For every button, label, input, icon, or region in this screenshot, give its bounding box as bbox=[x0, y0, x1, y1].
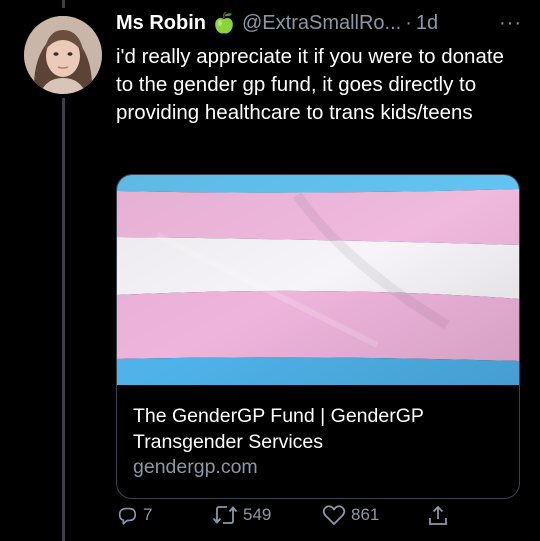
green-apple-icon bbox=[214, 12, 234, 34]
more-options-icon[interactable]: ··· bbox=[499, 12, 528, 35]
reply-icon bbox=[118, 507, 137, 525]
reply-button[interactable]: 7 bbox=[116, 504, 152, 526]
share-button[interactable] bbox=[426, 504, 450, 528]
timestamp[interactable]: 1d bbox=[416, 12, 438, 35]
thread-line bbox=[62, 98, 65, 541]
thread-line-top bbox=[62, 0, 65, 8]
author-handle[interactable]: @ExtraSmallRo... bbox=[242, 12, 401, 35]
tweet-actions: 7 549 861 bbox=[116, 504, 526, 534]
retweet-icon bbox=[212, 506, 238, 524]
retweet-count: 549 bbox=[243, 505, 272, 524]
heart-icon bbox=[322, 505, 346, 525]
share-icon bbox=[429, 505, 447, 525]
separator-dot: · bbox=[405, 11, 412, 34]
avatar-photo bbox=[24, 16, 102, 94]
tweet-text: i'd really appreciate it if you were to … bbox=[116, 45, 504, 124]
card-title: The GenderGP Fund | GenderGP Transgender… bbox=[133, 405, 424, 453]
author-name[interactable]: Ms Robin bbox=[116, 12, 206, 35]
card-domain: gendergp.com bbox=[133, 456, 258, 478]
like-count: 861 bbox=[351, 505, 380, 524]
avatar[interactable] bbox=[24, 16, 102, 94]
retweet-button[interactable]: 549 bbox=[212, 504, 271, 526]
like-button[interactable]: 861 bbox=[322, 504, 379, 526]
transgender-flag-image bbox=[117, 175, 519, 385]
link-card[interactable]: The GenderGP Fund | GenderGP Transgender… bbox=[116, 174, 520, 499]
tweet-header: Ms Robin @ExtraSmallRo... · 1d ··· bbox=[116, 8, 528, 38]
reply-count: 7 bbox=[143, 505, 153, 524]
